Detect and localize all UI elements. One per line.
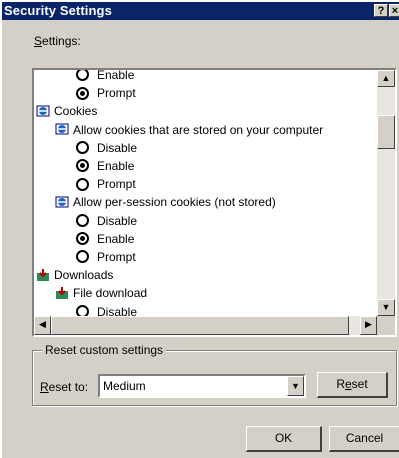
tree-item-label: Disable	[97, 140, 138, 155]
radio-checked-icon[interactable]	[76, 159, 89, 173]
chevron-down-icon[interactable]: ▼	[287, 376, 304, 396]
radio-unchecked-icon[interactable]	[76, 70, 89, 82]
scroll-left-button[interactable]: ◀	[34, 316, 51, 335]
horizontal-scrollbar[interactable]: ◀ ▶	[34, 316, 377, 335]
reset-level-value: Medium	[103, 379, 146, 393]
settings-category-icon	[36, 104, 50, 118]
tree-item-label: Prompt	[97, 86, 136, 101]
ok-button[interactable]: OK	[246, 426, 322, 452]
tree-item-label: Disable	[97, 213, 138, 228]
radio-option[interactable]: Enable	[76, 158, 134, 175]
setting-item-icon	[55, 195, 69, 209]
radio-unchecked-icon[interactable]	[76, 141, 89, 155]
settings-label: Settings:	[34, 34, 81, 48]
title-bar[interactable]: Security Settings ? ×	[2, 2, 399, 20]
scroll-down-button[interactable]: ▼	[377, 299, 395, 316]
close-button[interactable]: ×	[389, 4, 399, 17]
radio-option[interactable]: Disable	[76, 140, 137, 157]
tree-item-label: Allow cookies that are stored on your co…	[73, 122, 324, 137]
reset-level-select[interactable]: Medium ▼	[98, 374, 306, 398]
radio-option[interactable]: Prompt	[76, 249, 136, 266]
setting-item[interactable]: Allow cookies that are stored on your co…	[55, 122, 323, 139]
security-settings-dialog: Security Settings ? × Settings: Enable Pr…	[0, 0, 399, 458]
reset-to-label: Reset to:	[40, 380, 89, 394]
setting-item[interactable]: File download	[55, 285, 147, 302]
download-category-icon	[36, 268, 50, 282]
tree-item-label: Prompt	[97, 177, 136, 192]
radio-option[interactable]: Prompt	[76, 85, 136, 102]
tree-item-label: Enable	[97, 70, 135, 82]
scroll-right-button[interactable]: ▶	[360, 316, 377, 335]
tree-item-label: File download	[73, 286, 148, 301]
radio-option[interactable]: Enable	[76, 70, 134, 84]
setting-item-icon	[55, 122, 69, 136]
radio-unchecked-icon[interactable]	[76, 213, 89, 227]
radio-option[interactable]: Disable	[76, 213, 137, 230]
reset-button[interactable]: Reset	[317, 372, 388, 398]
radio-checked-icon[interactable]	[76, 86, 89, 100]
tree-item-label: Downloads	[54, 268, 114, 283]
dialog-title: Security Settings	[4, 3, 112, 18]
settings-listbox[interactable]: Enable Prompt Cookies Allow cookies that ar…	[32, 68, 397, 337]
horizontal-scroll-thumb[interactable]	[51, 316, 349, 335]
setting-item[interactable]: Allow per-session cookies (not stored)	[55, 194, 276, 211]
settings-tree[interactable]: Enable Prompt Cookies Allow cookies that ar…	[34, 70, 377, 316]
settings-category[interactable]: Cookies	[36, 103, 97, 120]
help-button[interactable]: ?	[374, 4, 388, 17]
cancel-button[interactable]: Cancel	[329, 426, 399, 452]
radio-option[interactable]: Disable	[76, 304, 137, 316]
reset-group-legend: Reset custom settings	[42, 343, 167, 357]
download-item-icon	[55, 286, 69, 300]
tree-item-label: Enable	[97, 159, 135, 173]
radio-option[interactable]: Enable	[76, 231, 134, 248]
scroll-up-button[interactable]: ▲	[377, 70, 395, 87]
tree-item-label: Enable	[97, 231, 135, 246]
tree-item-label: Allow per-session cookies (not stored)	[73, 195, 276, 210]
radio-unchecked-icon[interactable]	[76, 250, 89, 264]
tree-item-label: Cookies	[54, 104, 98, 119]
vertical-scroll-thumb[interactable]	[377, 115, 395, 149]
radio-unchecked-icon[interactable]	[76, 304, 89, 316]
vertical-scrollbar[interactable]: ▲ ▼	[377, 70, 395, 316]
radio-checked-icon[interactable]	[76, 232, 89, 246]
settings-category[interactable]: Downloads	[36, 267, 113, 284]
scrollbar-corner	[377, 316, 395, 335]
tree-item-label: Disable	[97, 304, 138, 316]
radio-option[interactable]: Prompt	[76, 176, 136, 193]
radio-unchecked-icon[interactable]	[76, 177, 89, 191]
tree-item-label: Prompt	[97, 250, 136, 264]
